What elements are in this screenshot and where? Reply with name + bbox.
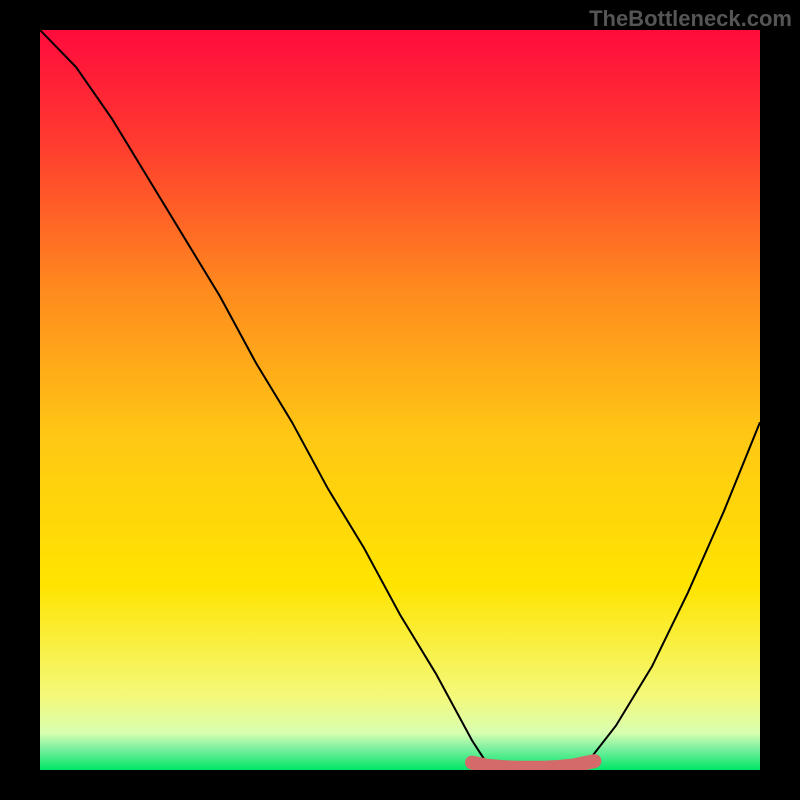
chart-container: TheBottleneck.com [0,0,800,800]
optimal-range-end-dot [588,755,600,767]
watermark-text: TheBottleneck.com [589,6,792,32]
optimal-range-line [472,761,594,768]
plot-area [40,30,760,770]
gradient-background [40,30,760,770]
chart-svg [40,30,760,770]
